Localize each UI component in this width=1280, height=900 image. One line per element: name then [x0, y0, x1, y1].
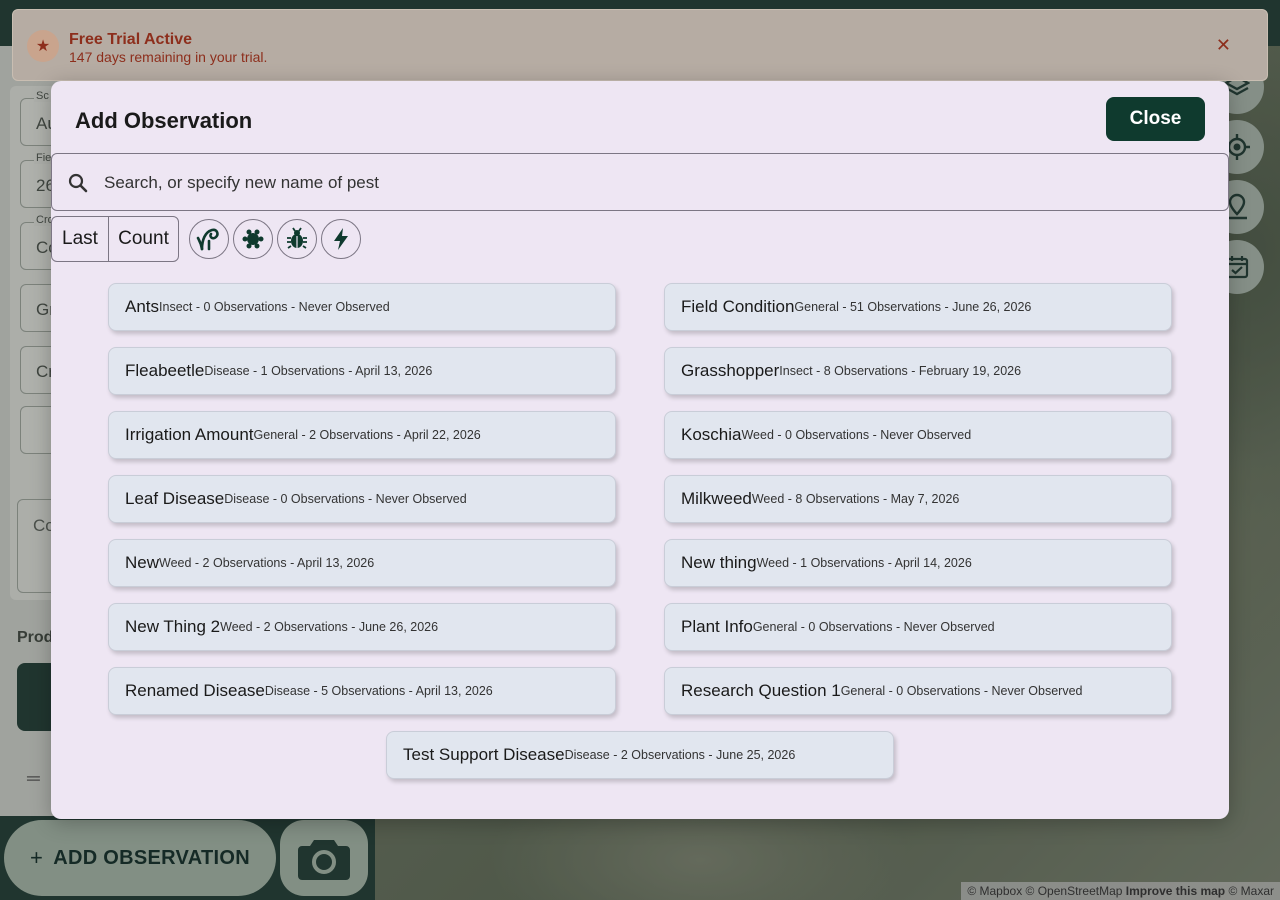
pest-name: Research Question 1	[681, 681, 841, 700]
pest-meta: General - 2 Observations - April 22, 202…	[253, 428, 481, 442]
pest-meta: Weed - 2 Observations - June 26, 2026	[220, 620, 439, 634]
sort-toggle-group: Last Count	[51, 216, 179, 262]
pest-meta: General - 0 Observations - Never Observe…	[752, 620, 995, 634]
pest-item[interactable]: Fleabeetle Disease - 1 Observations - Apr…	[108, 347, 616, 395]
pest-name: Plant Info	[681, 617, 753, 636]
filter-disease-button[interactable]	[189, 219, 229, 259]
pest-item[interactable]: Grasshopper Insect - 8 Observations - Feb…	[664, 347, 1172, 395]
pest-item[interactable]: Field Condition General - 51 Observations…	[664, 283, 1172, 331]
pest-item[interactable]: Milkweed Weed - 8 Observations - May 7, 2…	[664, 475, 1172, 523]
disease-icon	[196, 228, 219, 251]
pest-item[interactable]: Renamed Disease Disease - 5 Observations …	[108, 667, 616, 715]
pest-item[interactable]: New Thing 2 Weed - 2 Observations - June …	[108, 603, 616, 651]
pest-name: New	[125, 553, 160, 572]
pest-name: Irrigation Amount	[125, 425, 254, 444]
pest-name: Grasshopper	[681, 361, 780, 380]
pest-meta: Weed - 2 Observations - April 13, 2026	[159, 556, 375, 570]
sort-last-button[interactable]: Last	[52, 217, 108, 261]
pest-meta: Insect - 0 Observations - Never Observed	[159, 300, 390, 314]
pest-item[interactable]: Koschia Weed - 0 Observations - Never Obs…	[664, 411, 1172, 459]
pest-item[interactable]: Plant Info General - 0 Observations - Nev…	[664, 603, 1172, 651]
pest-meta: Disease - 1 Observations - April 13, 202…	[204, 364, 433, 378]
pest-meta: Weed - 0 Observations - Never Observed	[741, 428, 972, 442]
trial-banner: ★ Free Trial Active 147 days remaining i…	[12, 9, 1268, 81]
pest-meta: General - 0 Observations - Never Observe…	[840, 684, 1083, 698]
search-icon	[68, 173, 88, 193]
pest-name: Fleabeetle	[125, 361, 205, 380]
search-input[interactable]	[104, 168, 1204, 198]
pest-name: Renamed Disease	[125, 681, 265, 700]
pest-name: Milkweed	[681, 489, 752, 508]
pest-item[interactable]: Test Support Disease Disease - 2 Observat…	[386, 731, 894, 779]
pest-meta: Disease - 2 Observations - June 25, 2026	[564, 748, 796, 762]
pest-name: Field Condition	[681, 297, 795, 316]
pest-name: New Thing 2	[125, 617, 221, 636]
pest-name: New thing	[681, 553, 757, 572]
pest-name: Test Support Disease	[403, 745, 565, 764]
search-box[interactable]	[51, 153, 1229, 211]
pest-item[interactable]: Ants Insect - 0 Observations - Never Obse…	[108, 283, 616, 331]
close-icon[interactable]: ✕	[1216, 35, 1231, 56]
close-button[interactable]: Close	[1106, 97, 1205, 141]
pest-meta: Disease - 5 Observations - April 13, 202…	[264, 684, 493, 698]
insect-icon	[287, 227, 307, 249]
star-icon: ★	[27, 30, 59, 62]
weed-icon	[242, 229, 264, 249]
trial-title: Free Trial Active	[69, 31, 193, 48]
pest-meta: Weed - 1 Observations - April 14, 2026	[756, 556, 972, 570]
pest-item[interactable]: New thing Weed - 1 Observations - April 1…	[664, 539, 1172, 587]
pest-name: Koschia	[681, 425, 742, 444]
modal-title: Add Observation	[75, 108, 253, 133]
pest-meta: Disease - 0 Observations - Never Observe…	[224, 492, 467, 506]
pest-name: Ants	[125, 297, 160, 316]
filter-weed-button[interactable]	[233, 219, 273, 259]
pest-name: Leaf Disease	[125, 489, 225, 508]
pest-meta: Weed - 8 Observations - May 7, 2026	[751, 492, 960, 506]
pest-item[interactable]: Leaf Disease Disease - 0 Observations - N…	[108, 475, 616, 523]
add-observation-modal: Add Observation Close Last Count	[51, 81, 1229, 819]
filter-general-button[interactable]	[321, 219, 361, 259]
pest-meta: General - 51 Observations - June 26, 202…	[794, 300, 1032, 314]
pest-item[interactable]: New Weed - 2 Observations - April 13, 202…	[108, 539, 616, 587]
pest-meta: Insect - 8 Observations - February 19, 2…	[779, 364, 1022, 378]
pest-item[interactable]: Research Question 1 General - 0 Observati…	[664, 667, 1172, 715]
general-icon	[334, 228, 348, 250]
trial-subtitle: 147 days remaining in your trial.	[69, 49, 268, 65]
sort-count-button[interactable]: Count	[108, 217, 178, 261]
filter-insect-button[interactable]	[277, 219, 317, 259]
pest-item[interactable]: Irrigation Amount General - 2 Observation…	[108, 411, 616, 459]
